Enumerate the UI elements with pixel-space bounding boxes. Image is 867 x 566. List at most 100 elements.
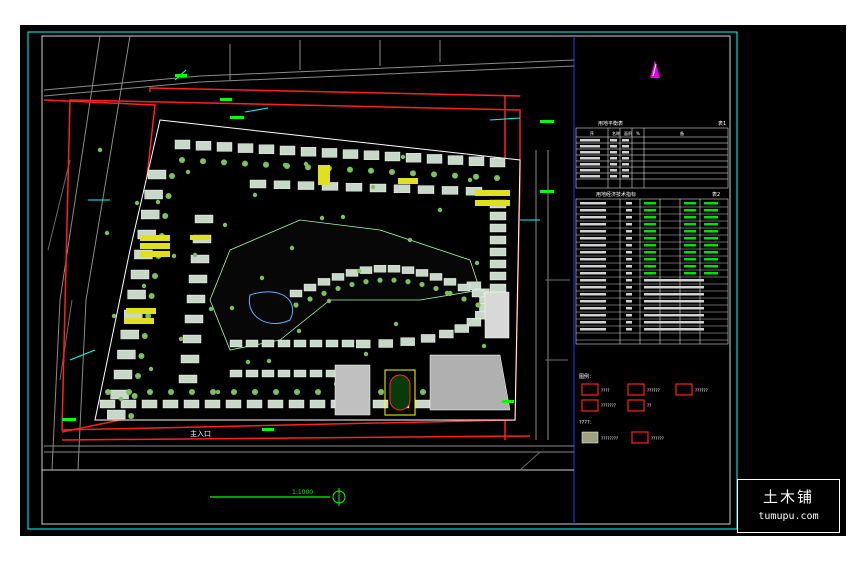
table2-cell <box>684 258 696 261</box>
table2-cell <box>684 230 696 233</box>
tree <box>349 281 355 288</box>
tree <box>242 160 248 167</box>
building-block <box>99 399 116 409</box>
table2-cell <box>644 300 704 303</box>
building-block <box>117 349 136 360</box>
tree <box>141 283 147 289</box>
table2-cell <box>580 300 606 303</box>
tree <box>210 389 216 395</box>
table2-cell <box>644 216 656 219</box>
table2-cell <box>580 286 606 289</box>
table2-cell <box>644 237 656 240</box>
building-block <box>345 182 363 192</box>
tree <box>162 213 169 219</box>
table2-cell <box>644 328 704 331</box>
building-block <box>245 369 259 378</box>
building-block <box>174 139 191 150</box>
tree <box>400 154 406 160</box>
tree <box>347 166 353 173</box>
building-block <box>216 142 233 152</box>
building-block <box>384 151 401 162</box>
tree <box>293 302 299 308</box>
building-block <box>489 235 507 245</box>
building-block <box>471 289 485 298</box>
building-block <box>130 269 150 280</box>
tree <box>155 199 161 205</box>
tree <box>134 200 140 206</box>
building-block <box>378 339 393 348</box>
building-block <box>439 329 454 339</box>
building-block <box>273 180 291 190</box>
tree <box>452 172 458 179</box>
building-block <box>489 247 507 257</box>
building-block <box>447 155 464 165</box>
building-block <box>188 274 208 284</box>
table2-cell <box>580 244 606 247</box>
building-block <box>331 273 345 281</box>
building-block <box>293 339 307 348</box>
tree <box>266 358 272 364</box>
table2-cell <box>644 244 656 247</box>
tree <box>252 192 258 198</box>
table1-cell <box>580 175 600 178</box>
tree <box>407 237 413 243</box>
table2-cell <box>580 230 606 233</box>
table1-cell <box>580 145 600 148</box>
legend-heading: 图例： <box>579 373 594 380</box>
table2-cell <box>626 216 632 219</box>
building-block <box>267 399 284 409</box>
building-block <box>426 154 443 164</box>
table2-cell <box>644 279 704 282</box>
tree <box>104 230 110 236</box>
tree <box>391 277 397 283</box>
tree <box>215 389 221 395</box>
table2-cell <box>626 321 632 324</box>
legend-item: ?????? <box>651 436 664 441</box>
building-block <box>345 269 359 277</box>
table1-cell <box>610 157 617 160</box>
legend-item: ?????? <box>695 388 708 393</box>
watermark-url[interactable]: tumupu.com <box>738 511 839 522</box>
table1-cell <box>622 151 629 154</box>
building-block <box>372 399 389 409</box>
table1-tag: 表1 <box>718 120 726 127</box>
table2-cell <box>644 209 656 212</box>
table2-cell <box>626 237 632 240</box>
building-block <box>279 145 296 156</box>
tree <box>171 253 177 259</box>
tree <box>289 245 295 251</box>
building-block <box>359 266 373 274</box>
building-block <box>429 273 443 281</box>
table2-cell <box>580 209 606 212</box>
building-block <box>195 140 212 151</box>
tree <box>141 333 148 339</box>
tree <box>222 222 228 228</box>
table2-cell <box>704 251 718 254</box>
table2-cell <box>580 251 606 254</box>
tree <box>378 389 384 395</box>
building-block <box>303 283 317 292</box>
building-block <box>229 339 243 348</box>
site-plan-drawing: 主入口 1:1000 用地平衡表 表1 序名称 面积% 备 用地经济技术指标 表2 … <box>20 25 846 536</box>
building-block <box>258 144 275 155</box>
building-block <box>147 169 167 180</box>
tree <box>420 389 426 395</box>
table2-cell <box>626 230 632 233</box>
watermark-box: 土木铺 tumupu.com <box>737 479 840 533</box>
building-block <box>113 369 133 380</box>
table2-cell <box>626 300 632 303</box>
tree <box>111 313 117 319</box>
cad-canvas: 主入口 1:1000 用地平衡表 表1 序名称 面积% 备 用地经济技术指标 表2 … <box>0 0 867 562</box>
table1-cell <box>622 169 629 172</box>
building-block <box>341 339 355 348</box>
table2-cell <box>626 328 632 331</box>
table1-cell <box>580 163 600 166</box>
table1-header-cell: 面积 <box>624 130 632 136</box>
tree <box>444 290 450 296</box>
table1-title: 用地平衡表 <box>598 120 623 127</box>
building-block <box>289 289 303 298</box>
table2-cell <box>704 202 718 205</box>
table2-cell <box>644 286 704 289</box>
tree <box>377 277 383 283</box>
building-block <box>182 334 202 344</box>
